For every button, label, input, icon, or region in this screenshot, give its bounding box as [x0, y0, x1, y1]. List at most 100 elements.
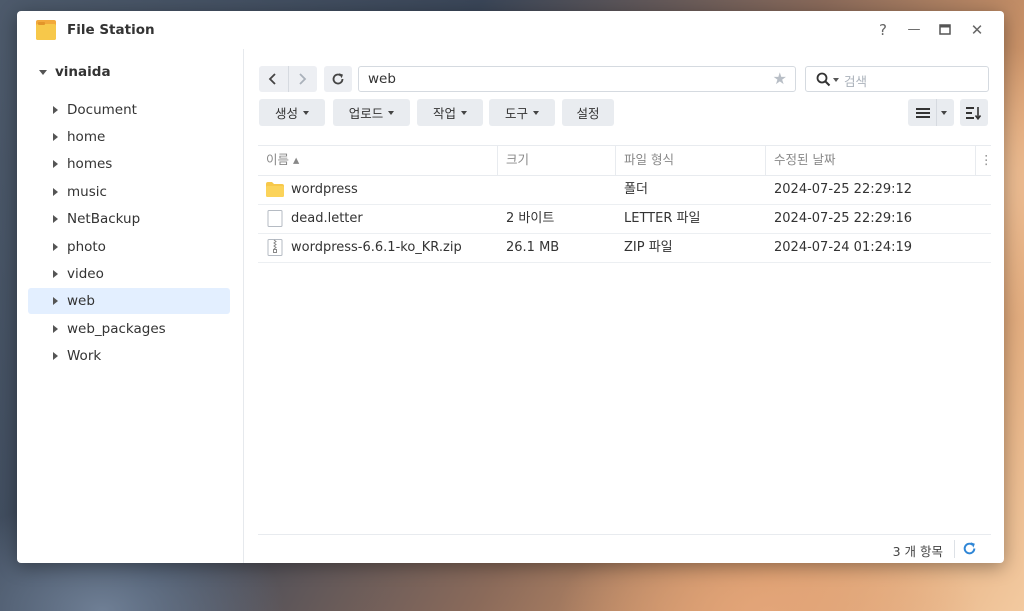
sidebar-item-netbackup[interactable]: NetBackup: [28, 206, 230, 232]
window-title: File Station: [67, 22, 155, 38]
sidebar-item-label: homes: [67, 156, 113, 172]
file-name: dead.letter: [291, 211, 363, 226]
file-modified: 2024-07-25 22:29:16: [774, 211, 913, 226]
create-button[interactable]: 생성: [259, 99, 325, 126]
expand-caret-icon[interactable]: [53, 106, 58, 114]
expand-caret-icon[interactable]: [53, 352, 58, 360]
expand-caret-icon[interactable]: [53, 160, 58, 168]
expand-caret-icon[interactable]: [53, 325, 58, 333]
expand-caret-icon[interactable]: [53, 297, 58, 305]
sidebar-item-homes[interactable]: homes: [28, 151, 230, 177]
history-nav: [259, 66, 317, 92]
expand-caret-icon[interactable]: [53, 133, 58, 141]
sidebar-item-label: video: [67, 266, 104, 282]
file-size: 26.1 MB: [506, 240, 560, 255]
tree-root-label: vinaida: [55, 64, 111, 80]
status-divider: [954, 540, 955, 558]
sidebar-item-music[interactable]: music: [28, 179, 230, 205]
expand-caret-icon[interactable]: [39, 69, 47, 75]
zip-file-icon: [267, 239, 283, 256]
sidebar-item-photo[interactable]: photo: [28, 234, 230, 260]
file-size: 2 바이트: [506, 211, 555, 226]
column-header-name[interactable]: 이름 ▴: [258, 146, 498, 175]
file-station-app-icon: [35, 18, 57, 42]
sidebar-item-document[interactable]: Document: [28, 97, 230, 123]
column-header-size[interactable]: 크기: [498, 146, 616, 175]
column-header-modified[interactable]: 수정된 날짜: [766, 146, 976, 175]
sidebar: vinaida Document home homes music NetBac…: [17, 49, 244, 563]
settings-label: 설정: [576, 106, 600, 121]
file-modified: 2024-07-24 01:24:19: [774, 240, 913, 255]
folder-icon: [266, 182, 284, 197]
sidebar-item-label: photo: [67, 239, 106, 255]
table-row[interactable]: wordpress-6.6.1-ko_KR.zip 26.1 MB ZIP 파일…: [258, 234, 991, 263]
help-button[interactable]: ?: [872, 19, 894, 41]
main-panel: web ★ 검색 생성 업로드 작업 도구 설정 이름 ▴ 크기 파일 형식 수…: [244, 49, 1004, 563]
search-placeholder: 검색: [844, 74, 868, 89]
expand-caret-icon[interactable]: [53, 188, 58, 196]
path-field[interactable]: web ★: [358, 66, 796, 92]
expand-caret-icon[interactable]: [53, 215, 58, 223]
refresh-icon: [332, 73, 344, 85]
status-bar: 3 개 항목: [258, 534, 991, 563]
maximize-button[interactable]: [934, 19, 956, 41]
tools-button[interactable]: 도구: [489, 99, 555, 126]
view-mode-button[interactable]: [908, 99, 954, 126]
sort-button[interactable]: [960, 99, 988, 126]
file-type: LETTER 파일: [624, 211, 701, 226]
view-dropdown-icon[interactable]: [941, 111, 947, 115]
sidebar-item-label: home: [67, 129, 106, 145]
close-button[interactable]: ✕: [966, 19, 988, 41]
search-icon[interactable]: [816, 72, 831, 87]
search-input[interactable]: 검색: [805, 66, 989, 92]
action-label: 작업: [432, 106, 456, 121]
create-label: 생성: [274, 106, 298, 121]
minimize-button[interactable]: —: [903, 19, 925, 41]
tree-root-vinaida[interactable]: vinaida: [31, 62, 111, 82]
table-row[interactable]: wordpress 폴더 2024-07-25 22:29:12: [258, 176, 991, 205]
expand-caret-icon[interactable]: [53, 243, 58, 251]
title-bar[interactable]: File Station ? — ✕: [17, 11, 1004, 49]
favorite-star-icon[interactable]: ★: [773, 69, 787, 88]
sidebar-item-label: Document: [67, 102, 137, 118]
file-name: wordpress-6.6.1-ko_KR.zip: [291, 240, 462, 255]
file-table: 이름 ▴ 크기 파일 형식 수정된 날짜 ⋮ wordpress 폴더 2024…: [258, 145, 993, 263]
dropdown-caret-icon: [388, 110, 395, 115]
file-icon: [267, 210, 283, 227]
sidebar-item-label: web_packages: [67, 321, 166, 337]
refresh-button[interactable]: [324, 66, 352, 92]
forward-arrow-icon[interactable]: [297, 73, 307, 85]
dropdown-caret-icon: [533, 110, 539, 115]
file-modified: 2024-07-25 22:29:12: [774, 182, 913, 197]
column-header-type[interactable]: 파일 형식: [616, 146, 766, 175]
item-count: 3 개 항목: [892, 544, 943, 559]
sidebar-item-label: NetBackup: [67, 211, 141, 227]
sidebar-item-web-packages[interactable]: web_packages: [28, 316, 230, 342]
sidebar-item-label: Work: [67, 348, 102, 364]
search-dropdown-icon[interactable]: [833, 78, 839, 82]
settings-button[interactable]: 설정: [562, 99, 614, 126]
sidebar-item-label: web: [67, 293, 95, 309]
upload-button[interactable]: 업로드: [333, 99, 410, 126]
tools-label: 도구: [504, 106, 528, 121]
refresh-icon[interactable]: [962, 541, 977, 556]
action-button[interactable]: 작업: [417, 99, 483, 126]
file-station-window: File Station ? — ✕ vinaida Document home…: [17, 11, 1004, 563]
file-type: ZIP 파일: [624, 240, 673, 255]
expand-caret-icon[interactable]: [53, 270, 58, 278]
upload-label: 업로드: [348, 106, 384, 121]
column-menu-icon[interactable]: ⋮: [976, 146, 993, 175]
sidebar-item-work[interactable]: Work: [28, 343, 230, 369]
sort-icon: [966, 106, 982, 120]
sidebar-item-video[interactable]: video: [28, 261, 230, 287]
sidebar-item-web[interactable]: web: [28, 288, 230, 314]
sidebar-item-home[interactable]: home: [28, 124, 230, 150]
dropdown-caret-icon: [461, 110, 467, 115]
file-name: wordpress: [291, 182, 358, 197]
path-text: web: [368, 71, 396, 87]
table-header: 이름 ▴ 크기 파일 형식 수정된 날짜 ⋮: [258, 145, 993, 176]
table-row[interactable]: dead.letter 2 바이트 LETTER 파일 2024-07-25 2…: [258, 205, 991, 234]
back-arrow-icon[interactable]: [268, 73, 278, 85]
dropdown-caret-icon: [303, 110, 309, 115]
file-type: 폴더: [624, 182, 648, 197]
